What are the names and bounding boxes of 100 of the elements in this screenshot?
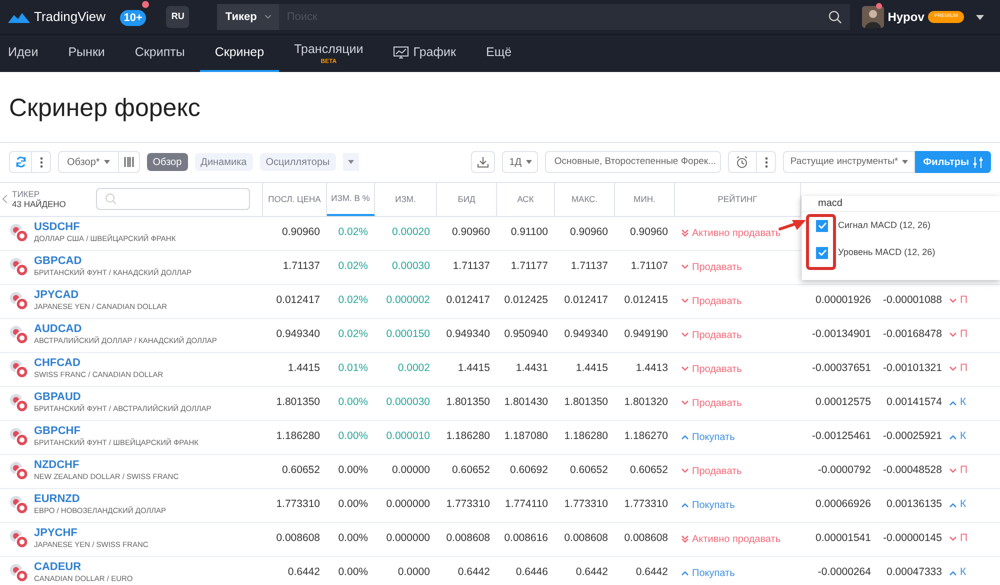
table-cell-text: -0.0000792 [816, 463, 871, 478]
nav-tab[interactable]: Ещё [470, 35, 527, 72]
table-cell-text: 0.6446 [514, 565, 549, 580]
ticker-symbol[interactable]: EURNZD [34, 493, 166, 505]
column-option[interactable]: Сигнал MACD (12, 26) [802, 212, 1000, 239]
more-tabs-button[interactable] [342, 153, 359, 171]
ticker-symbol[interactable]: JPYCAD [34, 289, 168, 301]
interval-dropdown[interactable]: 1Д [502, 151, 538, 173]
double-chevron-down-icon [681, 229, 689, 237]
caret-icon[interactable] [976, 14, 984, 20]
ticker-search-field[interactable] [96, 188, 250, 210]
chevron-down-icon [681, 332, 689, 338]
chevron-down-icon [949, 468, 957, 474]
caret-icon [902, 160, 908, 164]
table-cell-text: 0.01% [337, 361, 369, 376]
download-icon [477, 156, 490, 168]
table-cell-text: 0.60652 [281, 463, 321, 478]
chevron-down-icon [949, 298, 957, 304]
language-button[interactable]: RU [166, 6, 190, 28]
page-title: Скринер форекс [8, 93, 202, 124]
table-cell-text: 0.008608 [445, 531, 491, 546]
table-cell-text: 0.60652 [569, 463, 609, 478]
rating-cell: Продавать [675, 260, 801, 274]
column-search-field[interactable]: macd [802, 196, 1000, 212]
table-cell-text: -0.00025921 [882, 429, 942, 444]
check-icon [818, 222, 826, 229]
ticker-symbol[interactable]: JPYCHF [34, 527, 148, 539]
column-option[interactable]: Уровень MACD (12, 26) [802, 239, 1000, 266]
more-icon [764, 156, 768, 168]
nav-tab[interactable]: Скринер [200, 35, 280, 72]
nav-tab-label: Рынки [68, 44, 105, 62]
table-cell-text: -0.00000145 [882, 531, 942, 546]
table-cell-text: 0.60652 [629, 463, 669, 478]
nav-tab[interactable]: График [378, 35, 471, 72]
table-cell-text: 0.00141574 [886, 395, 942, 410]
table-cell-text: 0.00% [337, 429, 369, 444]
checkbox[interactable] [816, 246, 828, 258]
rating-cell: Продавать [675, 396, 801, 410]
column-header[interactable]: МАКС. [555, 182, 615, 216]
table-cell-text: 0.90960 [569, 225, 609, 240]
search-scope-dropdown[interactable]: Тикер [217, 4, 279, 30]
avatar-icon[interactable] [862, 6, 884, 28]
checkbox[interactable] [816, 220, 828, 232]
search-icon[interactable] [828, 10, 842, 24]
ticker-symbol[interactable]: GBPCAD [34, 255, 192, 267]
ticker-symbol[interactable]: CADEUR [34, 561, 133, 573]
currency-pair-icon [9, 257, 29, 277]
column-header[interactable]: АСК [497, 182, 555, 216]
column-header[interactable]: ИЗМ. В % [327, 182, 375, 216]
sliders-icon [973, 156, 983, 168]
column-header[interactable]: ПОСЛ. ЦЕНА [263, 182, 327, 216]
ticker-symbol[interactable]: GBPAUD [34, 391, 212, 403]
table-cell-text: 0.000030 [385, 395, 431, 410]
ticker-header[interactable]: ТИКЕР [12, 189, 92, 199]
table-cell-text: 1.773310 [623, 497, 669, 512]
chevron-down-icon [949, 332, 957, 338]
download-button[interactable] [471, 151, 496, 173]
nav-tab[interactable]: Идеи [8, 35, 54, 72]
ticker-symbol[interactable]: GBPCHF [34, 425, 198, 437]
chevron-down-icon [681, 468, 689, 474]
refresh-icon [14, 156, 26, 168]
found-count: 43 НАЙДЕНО [12, 199, 67, 209]
rating-cell: П [942, 293, 968, 309]
view-tab[interactable]: Осцилляторы [260, 153, 336, 171]
chevron-up-icon [949, 570, 957, 576]
nav-tab[interactable]: Рынки [53, 35, 120, 72]
table-cell-text: 1.71177 [510, 259, 549, 274]
markets-dropdown[interactable]: Основные, Второстепенные Форек... [545, 151, 722, 173]
nav-tab-label: Скринер [214, 44, 264, 62]
table-cell-text: 0.00001926 [814, 293, 871, 308]
table-cell-text: 0.012417 [275, 293, 321, 308]
ticker-symbol[interactable]: NZDCHF [34, 459, 179, 471]
table-cell-text: 0.012425 [503, 293, 549, 308]
table-cell-text: 0.00% [337, 463, 369, 478]
view-tab[interactable]: Обзор [146, 153, 188, 171]
nav-tab-label: График [413, 44, 456, 62]
rating-cell: Продавать [675, 362, 801, 376]
table-cell-text: 1.801320 [623, 395, 669, 410]
ticker-symbol[interactable]: CHFCAD [34, 357, 164, 369]
table-cell-text: 0.008616 [503, 531, 549, 546]
column-header[interactable]: ИЗМ. [375, 182, 437, 216]
table-cell-text: -0.00168478 [882, 327, 942, 342]
username[interactable]: Hypov [888, 8, 924, 26]
ticker-symbol[interactable]: AUDCAD [34, 323, 217, 335]
rating-cell: К [942, 395, 966, 411]
column-header[interactable]: МИН. [615, 182, 675, 216]
caret-icon [104, 160, 110, 164]
column-header[interactable]: БИД [437, 182, 497, 216]
logo-text: TradingView [34, 8, 106, 26]
cloud-logo-icon [8, 11, 30, 23]
filters-button[interactable]: Фильтры [915, 151, 991, 173]
caret-icon [348, 160, 354, 164]
table-cell-text: 0.6442 [574, 565, 609, 580]
notifications-badge[interactable]: 10+ [120, 10, 146, 26]
currency-pair-icon [9, 325, 29, 345]
nav-tab[interactable]: Скрипты [120, 35, 200, 72]
ticker-symbol[interactable]: USDCHF [34, 221, 176, 233]
currency-pair-icon [9, 427, 29, 447]
view-tab[interactable]: Динамика [194, 153, 253, 171]
filter-preset-dropdown[interactable]: Растущие инструменты* [783, 151, 916, 173]
